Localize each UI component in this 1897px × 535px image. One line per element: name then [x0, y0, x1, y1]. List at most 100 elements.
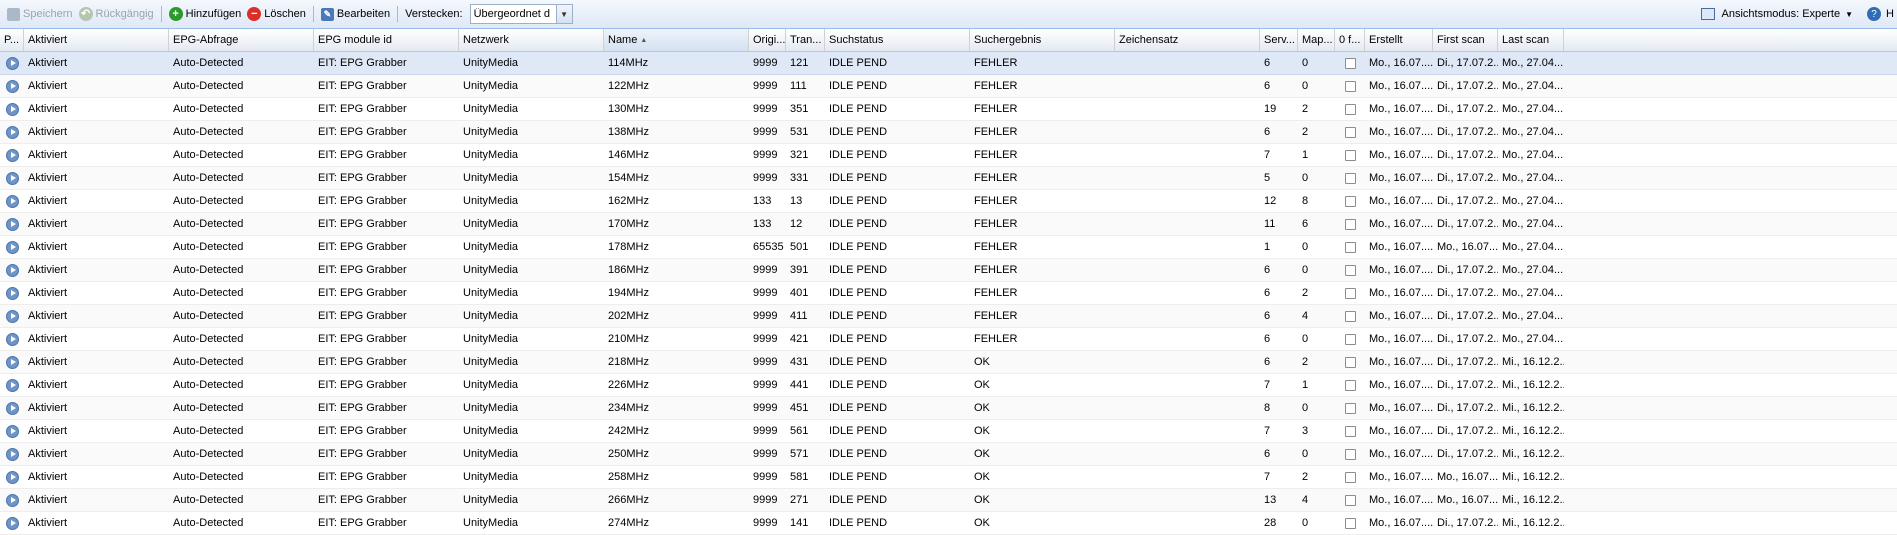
- play-icon[interactable]: [6, 80, 19, 93]
- created-cell: Mo., 16.07....: [1365, 121, 1433, 143]
- scan-result-cell: OK: [970, 512, 1115, 534]
- column-header[interactable]: Tran...: [786, 29, 825, 51]
- column-header[interactable]: EPG module id: [314, 29, 459, 51]
- table-row[interactable]: AktiviertAuto-DetectedEIT: EPG GrabberUn…: [0, 259, 1897, 282]
- table-row[interactable]: AktiviertAuto-DetectedEIT: EPG GrabberUn…: [0, 374, 1897, 397]
- play-icon[interactable]: [6, 172, 19, 185]
- transport-stream-id-cell: 421: [786, 328, 825, 350]
- row-checkbox[interactable]: [1345, 311, 1356, 322]
- column-header[interactable]: Suchstatus: [825, 29, 970, 51]
- play-icon[interactable]: [6, 103, 19, 116]
- hide-select[interactable]: Übergeordnet d ▼: [470, 4, 573, 24]
- row-checkbox[interactable]: [1345, 288, 1356, 299]
- column-header[interactable]: P...: [0, 29, 24, 51]
- table-row[interactable]: AktiviertAuto-DetectedEIT: EPG GrabberUn…: [0, 489, 1897, 512]
- play-icon[interactable]: [6, 494, 19, 507]
- column-header[interactable]: Map...: [1298, 29, 1335, 51]
- save-button[interactable]: Speichern: [4, 3, 76, 25]
- hide-select-value[interactable]: Übergeordnet d: [471, 8, 556, 20]
- table-row[interactable]: AktiviertAuto-DetectedEIT: EPG GrabberUn…: [0, 512, 1897, 535]
- play-icon[interactable]: [6, 241, 19, 254]
- play-icon[interactable]: [6, 287, 19, 300]
- column-header[interactable]: 0 f...: [1335, 29, 1365, 51]
- row-checkbox[interactable]: [1345, 196, 1356, 207]
- column-header[interactable]: Suchergebnis: [970, 29, 1115, 51]
- play-icon[interactable]: [6, 379, 19, 392]
- row-checkbox[interactable]: [1345, 219, 1356, 230]
- row-checkbox[interactable]: [1345, 495, 1356, 506]
- row-checkbox[interactable]: [1345, 472, 1356, 483]
- row-checkbox[interactable]: [1345, 518, 1356, 529]
- table-row[interactable]: AktiviertAuto-DetectedEIT: EPG GrabberUn…: [0, 121, 1897, 144]
- undo-button[interactable]: ↶ Rückgängig: [76, 3, 157, 25]
- created-cell: Mo., 16.07....: [1365, 374, 1433, 396]
- play-icon[interactable]: [6, 402, 19, 415]
- play-icon[interactable]: [6, 425, 19, 438]
- table-row[interactable]: AktiviertAuto-DetectedEIT: EPG GrabberUn…: [0, 98, 1897, 121]
- row-checkbox[interactable]: [1345, 104, 1356, 115]
- row-checkbox[interactable]: [1345, 127, 1356, 138]
- row-checkbox[interactable]: [1345, 265, 1356, 276]
- play-icon[interactable]: [6, 218, 19, 231]
- row-checkbox[interactable]: [1345, 173, 1356, 184]
- table-row[interactable]: AktiviertAuto-DetectedEIT: EPG GrabberUn…: [0, 351, 1897, 374]
- table-row[interactable]: AktiviertAuto-DetectedEIT: EPG GrabberUn…: [0, 443, 1897, 466]
- enabled-cell: Aktiviert: [24, 397, 169, 419]
- row-checkbox[interactable]: [1345, 426, 1356, 437]
- table-row[interactable]: AktiviertAuto-DetectedEIT: EPG GrabberUn…: [0, 236, 1897, 259]
- column-header[interactable]: EPG-Abfrage: [169, 29, 314, 51]
- play-icon[interactable]: [6, 310, 19, 323]
- row-checkbox[interactable]: [1345, 242, 1356, 253]
- row-checkbox[interactable]: [1345, 380, 1356, 391]
- column-header[interactable]: Last scan: [1498, 29, 1564, 51]
- column-header[interactable]: Zeichensatz: [1115, 29, 1260, 51]
- row-checkbox[interactable]: [1345, 58, 1356, 69]
- table-row[interactable]: AktiviertAuto-DetectedEIT: EPG GrabberUn…: [0, 305, 1897, 328]
- enabled-cell: Aktiviert: [24, 236, 169, 258]
- play-icon[interactable]: [6, 448, 19, 461]
- row-checkbox[interactable]: [1345, 334, 1356, 345]
- add-button[interactable]: + Hinzufügen: [166, 3, 245, 25]
- table-row[interactable]: AktiviertAuto-DetectedEIT: EPG GrabberUn…: [0, 282, 1897, 305]
- table-row[interactable]: AktiviertAuto-DetectedEIT: EPG GrabberUn…: [0, 190, 1897, 213]
- view-mode-button[interactable]: Ansichtsmodus: Experte ▼: [1698, 3, 1857, 25]
- play-icon[interactable]: [6, 356, 19, 369]
- row-checkbox[interactable]: [1345, 449, 1356, 460]
- row-checkbox[interactable]: [1345, 357, 1356, 368]
- play-icon[interactable]: [6, 517, 19, 530]
- column-header[interactable]: Aktiviert: [24, 29, 169, 51]
- mapped-cell: 0: [1298, 328, 1335, 350]
- table-row[interactable]: AktiviertAuto-DetectedEIT: EPG GrabberUn…: [0, 213, 1897, 236]
- row-checkbox[interactable]: [1345, 403, 1356, 414]
- table-row[interactable]: AktiviertAuto-DetectedEIT: EPG GrabberUn…: [0, 144, 1897, 167]
- column-header[interactable]: First scan: [1433, 29, 1498, 51]
- table-row[interactable]: AktiviertAuto-DetectedEIT: EPG GrabberUn…: [0, 167, 1897, 190]
- table-row[interactable]: AktiviertAuto-DetectedEIT: EPG GrabberUn…: [0, 466, 1897, 489]
- help-button[interactable]: ? H: [1856, 3, 1897, 25]
- chevron-down-icon[interactable]: ▼: [556, 5, 572, 23]
- play-icon[interactable]: [6, 126, 19, 139]
- table-row[interactable]: AktiviertAuto-DetectedEIT: EPG GrabberUn…: [0, 420, 1897, 443]
- table-row[interactable]: AktiviertAuto-DetectedEIT: EPG GrabberUn…: [0, 52, 1897, 75]
- delete-button[interactable]: − Löschen: [244, 3, 309, 25]
- column-header[interactable]: Origi...: [749, 29, 786, 51]
- column-header[interactable]: Netzwerk: [459, 29, 604, 51]
- add-icon: +: [169, 7, 183, 21]
- play-icon[interactable]: [6, 195, 19, 208]
- play-icon[interactable]: [6, 57, 19, 70]
- column-header[interactable]: Erstellt: [1365, 29, 1433, 51]
- row-checkbox[interactable]: [1345, 150, 1356, 161]
- edit-button[interactable]: ✎ Bearbeiten: [318, 3, 393, 25]
- play-icon[interactable]: [6, 264, 19, 277]
- enabled-cell: Aktiviert: [24, 190, 169, 212]
- table-row[interactable]: AktiviertAuto-DetectedEIT: EPG GrabberUn…: [0, 397, 1897, 420]
- table-row[interactable]: AktiviertAuto-DetectedEIT: EPG GrabberUn…: [0, 328, 1897, 351]
- play-icon[interactable]: [6, 333, 19, 346]
- table-row[interactable]: AktiviertAuto-DetectedEIT: EPG GrabberUn…: [0, 75, 1897, 98]
- column-header[interactable]: Name▲: [604, 29, 749, 51]
- play-icon[interactable]: [6, 149, 19, 162]
- column-header[interactable]: Serv...: [1260, 29, 1298, 51]
- play-icon[interactable]: [6, 471, 19, 484]
- last-scan-cell: Mo., 27.04....: [1498, 305, 1564, 327]
- row-checkbox[interactable]: [1345, 81, 1356, 92]
